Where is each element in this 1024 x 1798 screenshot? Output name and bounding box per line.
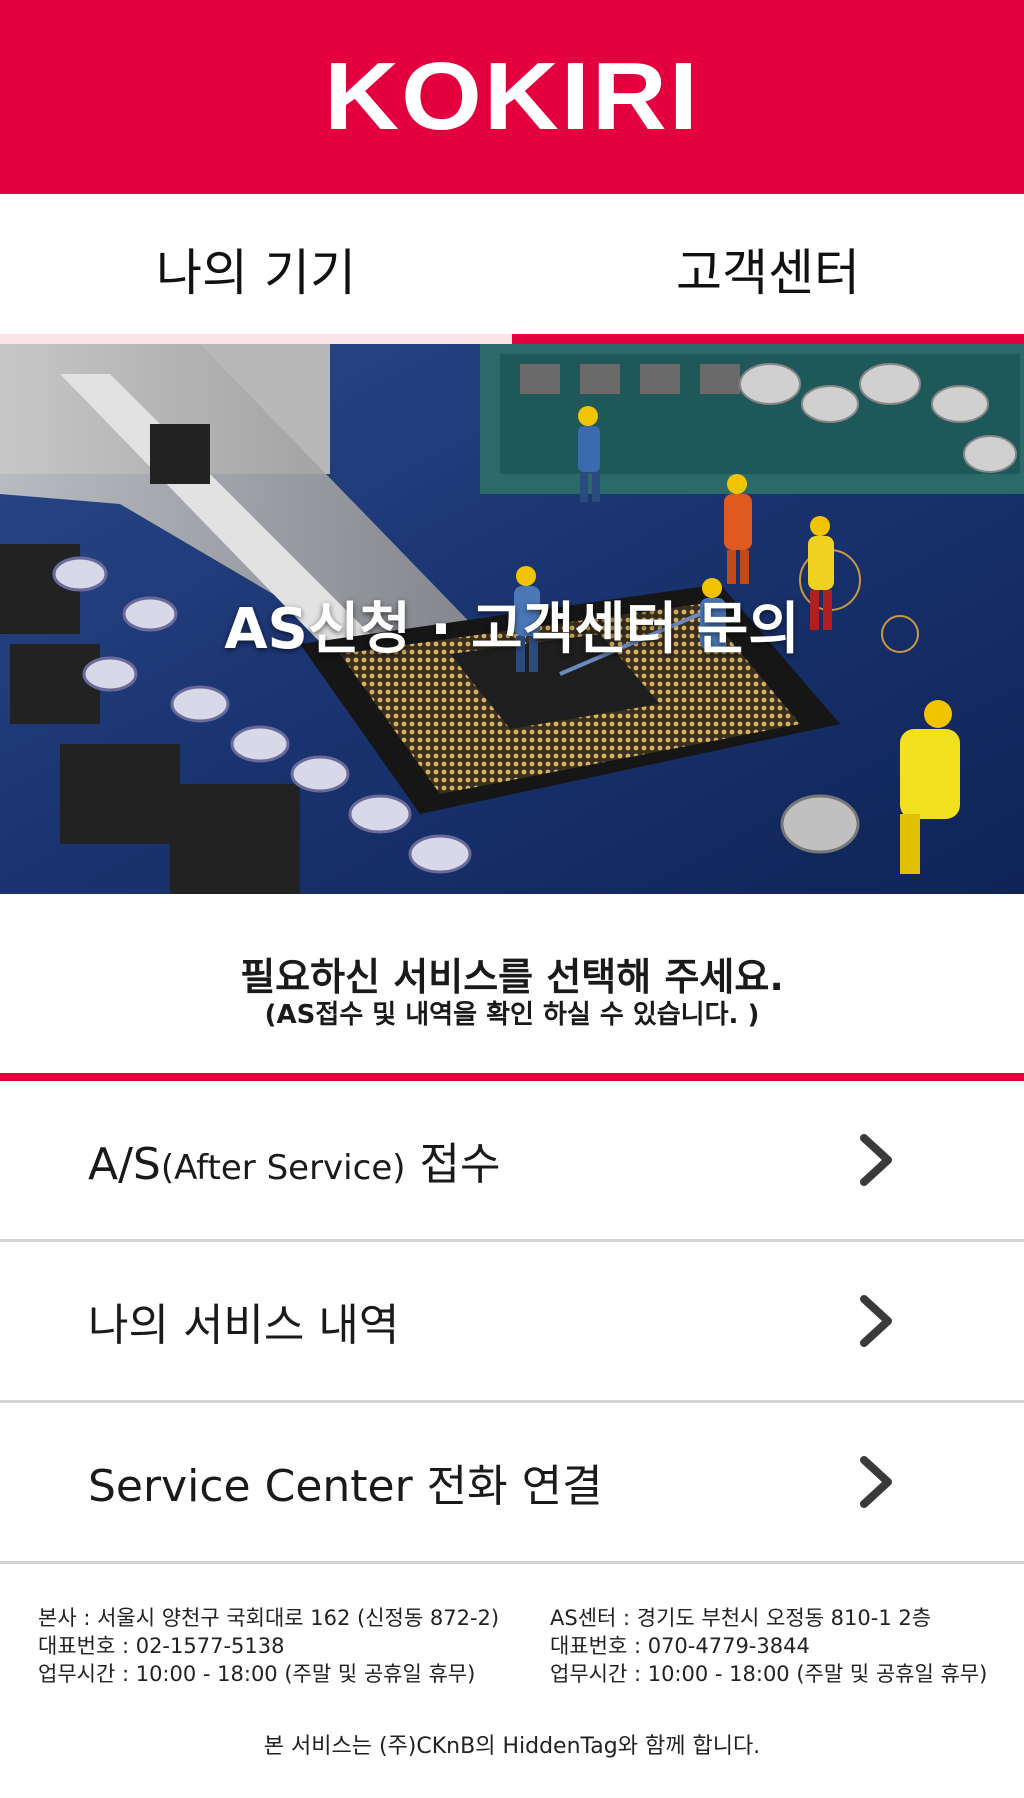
section-divider — [0, 1073, 1024, 1081]
intro-subtext: (AS접수 및 내역을 확인 하실 수 있습니다. ) — [264, 1000, 760, 1030]
chevron-right-icon — [860, 1134, 892, 1186]
banner-image: AS신청 · 고객센터 문의 — [0, 344, 1024, 894]
hq-hours: 업무시간 : 10:00 - 18:00 (주말 및 공휴일 휴무) — [38, 1662, 476, 1686]
as-label-tail: 접수 — [405, 1139, 501, 1190]
footer-credit: 본 서비스는 (주)CKnB의 HiddenTag와 함께 합니다. — [263, 1734, 761, 1759]
as-center-address: AS센터 : 경기도 부천시 오정동 810-1 2층 — [550, 1606, 932, 1630]
menu-item-label: A/S(After Service) 접수 — [88, 1128, 500, 1192]
app-header: KOKIRI — [0, 0, 1024, 194]
chevron-right-icon — [860, 1295, 892, 1347]
tab-my-devices-label: 나의 기기 — [156, 244, 356, 302]
banner-title: AS신청 · 고객센터 문의 — [224, 597, 800, 662]
intro-heading: 필요하신 서비스를 선택해 주세요. — [240, 955, 784, 999]
tab-customer-center[interactable]: 고객센터 — [512, 194, 1024, 344]
tab-my-devices[interactable]: 나의 기기 — [0, 194, 512, 344]
tab-indicator-active — [512, 334, 1024, 344]
hq-address: 본사 : 서울시 양천구 국회대로 162 (신정동 872-2) — [38, 1606, 500, 1630]
intro-section: 필요하신 서비스를 선택해 주세요. (AS접수 및 내역을 확인 하실 수 있… — [0, 894, 1024, 1074]
menu-item-label: Service Center 전화 연결 — [88, 1461, 603, 1512]
as-label-paren: (After Service) — [160, 1148, 406, 1188]
menu-item-call-service-center[interactable]: Service Center 전화 연결 — [0, 1403, 1024, 1564]
tab-customer-center-label: 고객센터 — [676, 244, 860, 302]
footer-hq-info: 본사 : 서울시 양천구 국회대로 162 (신정동 872-2) 대표번호 :… — [38, 1604, 499, 1688]
as-center-phone: 대표번호 : 070-4779-3844 — [550, 1634, 810, 1658]
menu-item-my-service-history[interactable]: 나의 서비스 내역 — [0, 1242, 1024, 1403]
hq-phone: 대표번호 : 02-1577-5138 — [38, 1634, 285, 1658]
service-menu: A/S(After Service) 접수 나의 서비스 내역 Service … — [0, 1081, 1024, 1564]
chevron-right-icon — [860, 1456, 892, 1508]
tab-bar: 나의 기기 고객센터 — [0, 194, 1024, 344]
menu-item-as-request[interactable]: A/S(After Service) 접수 — [0, 1081, 1024, 1242]
as-label-main: A/S — [88, 1139, 161, 1190]
footer-as-center-info: AS센터 : 경기도 부천시 오정동 810-1 2층 대표번호 : 070-4… — [550, 1604, 987, 1688]
menu-item-label: 나의 서비스 내역 — [88, 1300, 400, 1351]
kokiri-logo: KOKIRI — [324, 43, 700, 150]
as-center-hours: 업무시간 : 10:00 - 18:00 (주말 및 공휴일 휴무) — [550, 1662, 988, 1686]
footer: 본사 : 서울시 양천구 국회대로 162 (신정동 872-2) 대표번호 :… — [0, 1584, 1024, 1798]
tab-indicator — [0, 334, 512, 344]
